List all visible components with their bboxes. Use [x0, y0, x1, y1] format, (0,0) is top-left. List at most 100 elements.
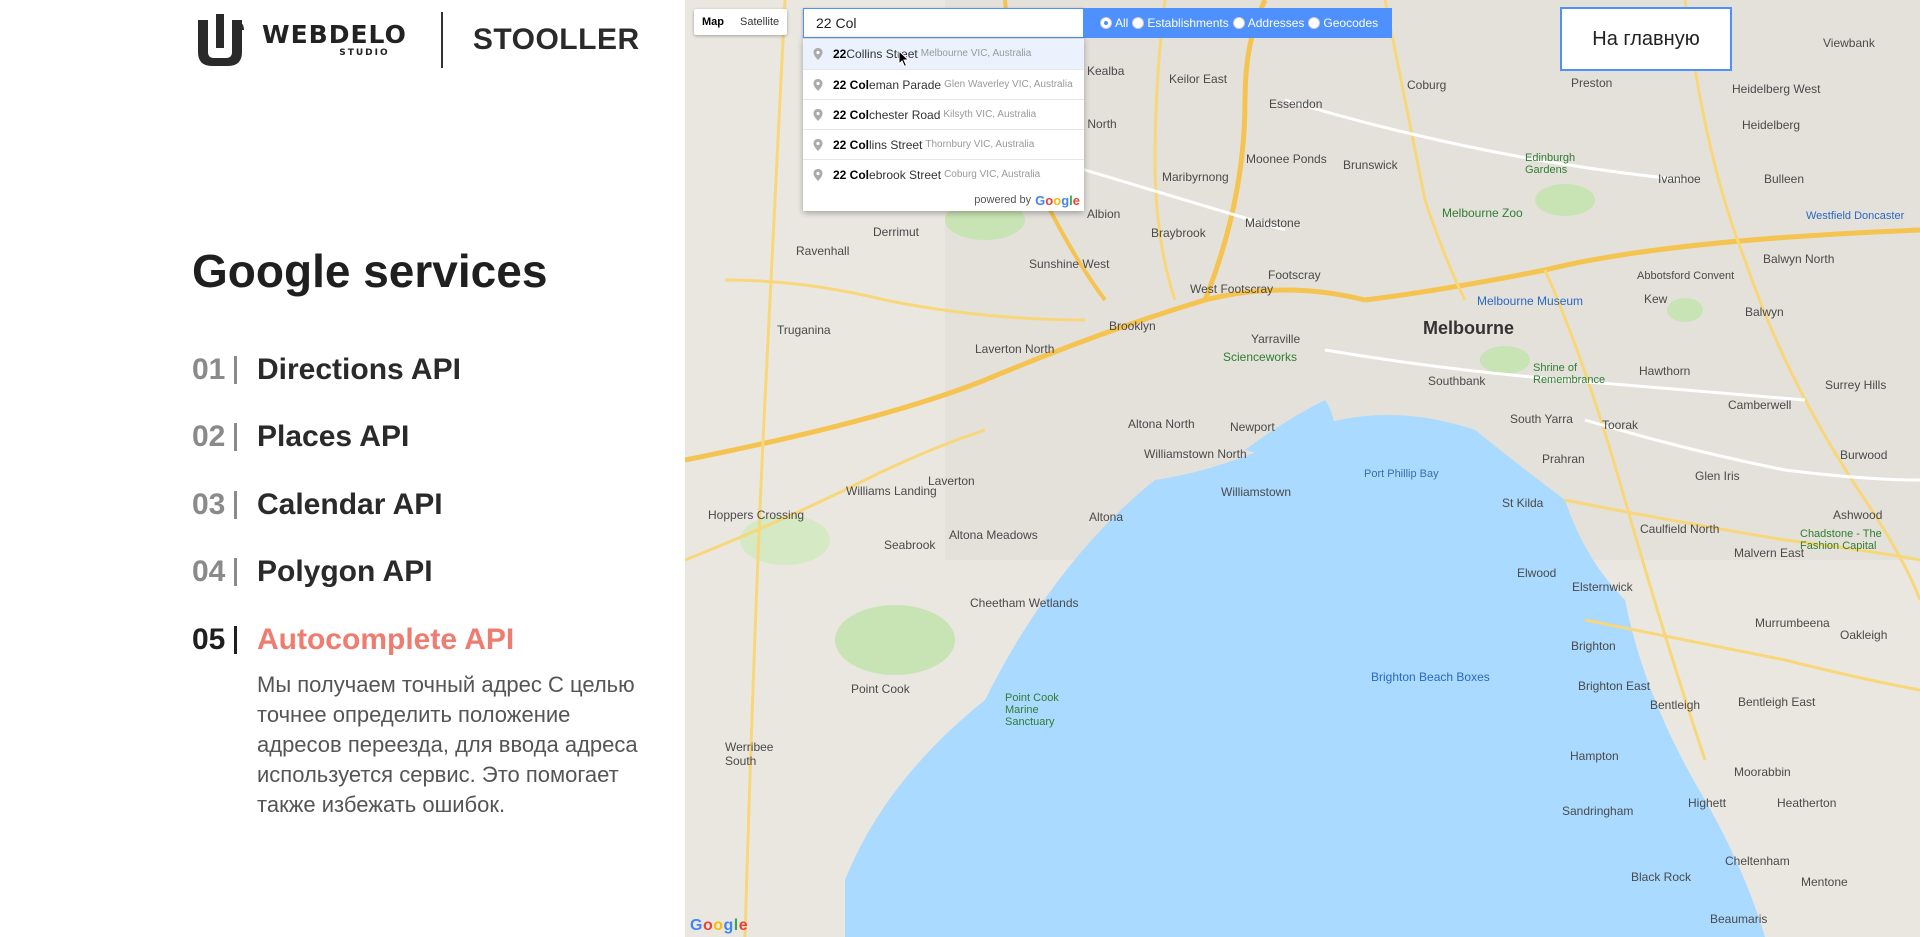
label-toorak: Toorak — [1602, 418, 1639, 432]
label-port-phillip-bay: Port Phillip Bay — [1364, 468, 1439, 480]
service-number: 01 — [192, 353, 226, 386]
label-kealba: Kealba — [1087, 64, 1125, 78]
label-ravenhall: Ravenhall — [796, 244, 850, 258]
suggestion-secondary: Melbourne VIC, Australia — [920, 48, 1032, 59]
suggestion-main: ebrook Street — [869, 167, 942, 182]
service-label: Autocomplete API — [257, 623, 515, 656]
logo-word: WEBDELO — [262, 20, 407, 49]
label-beaumaris: Beaumaris — [1710, 912, 1768, 926]
filter-addresses[interactable]: Addresses — [1232, 16, 1304, 30]
label-brunswick: Brunswick — [1343, 158, 1398, 172]
brand-divider — [440, 12, 443, 68]
app-root: WEBDELO STUDIO STOOLLER Google services … — [0, 0, 1920, 937]
filter-geocodes[interactable]: Geocodes — [1308, 16, 1378, 30]
label-heatherton: Heatherton — [1777, 796, 1837, 810]
label-south-yarra: South Yarra — [1510, 412, 1573, 426]
label-black-rock: Black Rock — [1631, 870, 1692, 884]
label-footscray: Footscray — [1268, 268, 1321, 282]
suggestion-main: eman Parade — [869, 77, 942, 92]
service-label: Places API — [257, 420, 410, 453]
filter-all[interactable]: All — [1100, 16, 1128, 30]
map-view[interactable]: Melbourne Port Phillip Bay Kealba Keilor… — [685, 0, 1920, 937]
place-search-input[interactable]: 22 Col — [803, 8, 1084, 38]
page-title: Google services — [192, 245, 548, 297]
service-item-polygon[interactable]: 04 Polygon API — [192, 552, 433, 592]
brand-header: WEBDELO STUDIO STOOLLER — [192, 12, 640, 68]
map-pin-icon — [813, 78, 823, 91]
label-hampton: Hampton — [1570, 749, 1619, 763]
label-braybrook: Braybrook — [1151, 226, 1206, 240]
radio-icon[interactable] — [1132, 17, 1145, 29]
label-cheltenham: Cheltenham — [1725, 854, 1790, 868]
filter-label: Establishments — [1147, 16, 1229, 30]
service-label: Calendar API — [257, 488, 443, 521]
label-balwyn: Balwyn — [1745, 305, 1784, 319]
map-type-map-button[interactable]: Map — [694, 9, 732, 35]
label-essendon: Essendon — [1269, 97, 1323, 111]
label-ivanhoe: Ivanhoe — [1658, 172, 1701, 186]
label-seabrook: Seabrook — [884, 538, 936, 552]
label-mentone: Mentone — [1801, 875, 1848, 889]
map-type-control: Map Satellite — [694, 9, 788, 35]
autocomplete-suggestion[interactable]: 22 Col chester Road Kilsyth VIC, Australia — [803, 99, 1084, 129]
label-heidelberg: Heidelberg — [1742, 118, 1801, 132]
home-button[interactable]: На главную — [1560, 7, 1732, 71]
label-altona-meadows: Altona Meadows — [949, 528, 1038, 542]
map-pin-icon — [813, 48, 823, 60]
label-melbourne-museum: Melbourne Museum — [1477, 294, 1584, 308]
service-item-directions[interactable]: 01 Directions API — [192, 350, 461, 390]
autocomplete-suggestion[interactable]: 22 Col lins Street Thornbury VIC, Australi… — [803, 129, 1084, 159]
label-maribyrnong: Maribyrnong — [1162, 170, 1229, 184]
label-melbourne-zoo: Melbourne Zoo — [1442, 206, 1523, 220]
label-sandringham: Sandringham — [1562, 804, 1634, 818]
label-elwood: Elwood — [1517, 566, 1557, 580]
webdelo-logo-icon[interactable] — [192, 12, 248, 68]
service-number: 02 — [192, 420, 226, 453]
radio-icon[interactable] — [1100, 17, 1112, 29]
label-moonee-ponds: Moonee Ponds — [1246, 152, 1327, 166]
service-item-autocomplete[interactable]: 05 Autocomplete API — [192, 620, 514, 660]
label-melbourne: Melbourne — [1423, 318, 1515, 338]
autocomplete-suggestion[interactable]: 22 Col ebrook Street Coburg VIC, Australia — [803, 159, 1084, 189]
label-point-cook-marine: Point Cook Marine Sanctuary — [1005, 692, 1059, 728]
label-bulleen: Bulleen — [1764, 172, 1805, 186]
radio-icon[interactable] — [1232, 17, 1245, 29]
google-logo-icon[interactable]: Google — [690, 917, 748, 935]
label-maidstone: Maidstone — [1245, 216, 1301, 230]
suggestion-match: 22 Col — [833, 77, 870, 92]
label-hoppers-crossing: Hoppers Crossing — [708, 508, 805, 522]
service-item-places[interactable]: 02 Places API — [192, 417, 409, 457]
label-derrimut: Derrimut — [873, 225, 920, 239]
service-label: Directions API — [257, 353, 461, 386]
label-edinburgh-gardens: Edinburgh Gardens — [1525, 152, 1576, 176]
label-altona: Altona — [1089, 510, 1124, 524]
label-brighton: Brighton — [1571, 639, 1616, 653]
map-type-satellite-button[interactable]: Satellite — [732, 9, 787, 35]
label-elsternwick: Elsternwick — [1572, 580, 1633, 594]
label-murrumbeena: Murrumbeena — [1755, 616, 1830, 630]
filter-establishments[interactable]: Establishments — [1132, 16, 1229, 30]
label-sunshine-west: Sunshine West — [1029, 257, 1110, 271]
powered-by-text: powered by — [974, 194, 1032, 206]
suggestion-secondary: Kilsyth VIC, Australia — [943, 108, 1037, 120]
label-southbank: Southbank — [1428, 374, 1486, 388]
label-brooklyn: Brooklyn — [1109, 319, 1156, 333]
filter-label: All — [1115, 16, 1129, 30]
service-number: 03 — [192, 488, 226, 521]
service-number: 05 — [192, 623, 226, 656]
radio-icon[interactable] — [1308, 17, 1321, 29]
service-divider — [234, 356, 237, 384]
service-divider — [234, 626, 237, 654]
service-item-calendar[interactable]: 03 Calendar API — [192, 485, 443, 525]
suggestion-match: 22 Col — [833, 137, 870, 152]
autocomplete-suggestion[interactable]: 22 Collins Street Melbourne VIC, Australi… — [803, 39, 1084, 69]
suggestion-match: 22 Col — [833, 167, 870, 182]
label-point-cook: Point Cook — [851, 682, 910, 696]
label-preston: Preston — [1571, 76, 1613, 90]
label-chadstone: Chadstone - The Fashion Capital — [1800, 528, 1882, 552]
map-pin-icon — [813, 108, 823, 121]
autocomplete-suggestion[interactable]: 22 Col eman Parade Glen Waverley VIC, Aust… — [803, 69, 1084, 99]
label-caulfield-north: Caulfield North — [1640, 522, 1720, 536]
webdelo-wordmark: WEBDELO STUDIO — [262, 20, 407, 59]
label-bentleigh: Bentleigh — [1650, 698, 1701, 712]
